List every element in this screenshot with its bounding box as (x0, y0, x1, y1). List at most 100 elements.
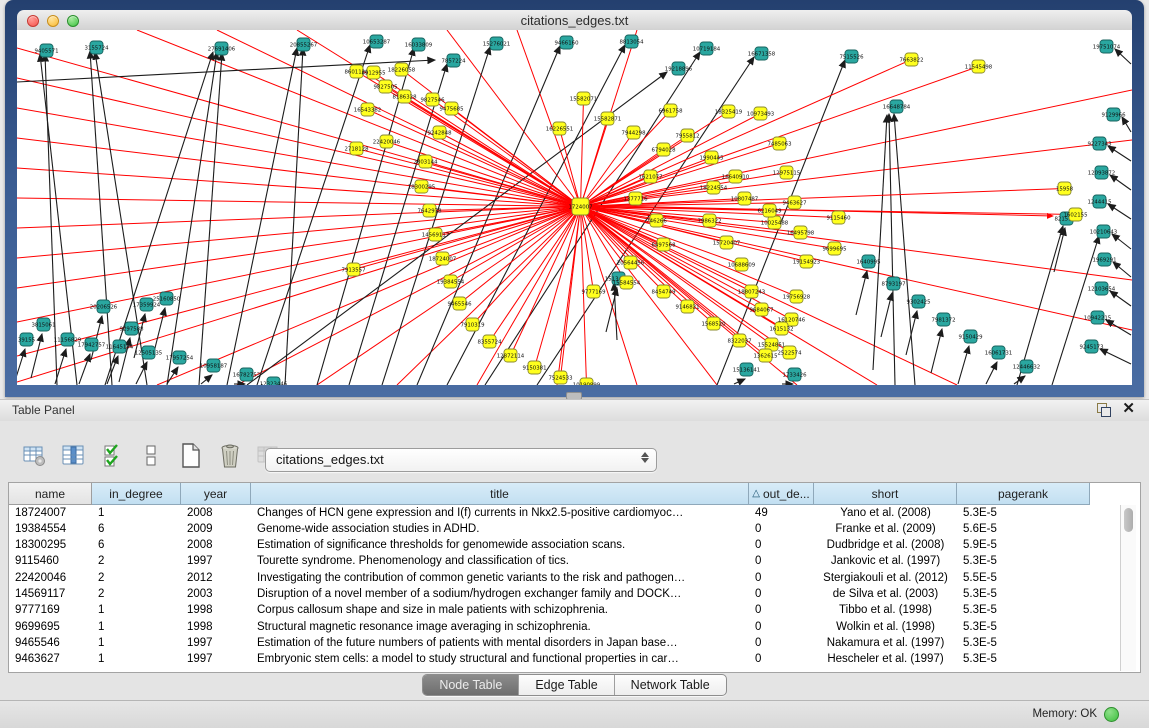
cell-pagerank: 5.3E-5 (957, 554, 1090, 570)
cell-pagerank: 5.6E-5 (957, 521, 1090, 537)
cell-out_de: 0 (749, 538, 814, 554)
table-row[interactable]: 1830029562008Estimation of significance … (9, 538, 1140, 554)
delete-icon[interactable] (217, 443, 243, 469)
cell-short: de Silva et al. (2003) (814, 586, 957, 602)
cell-name: 9777169 (9, 603, 92, 619)
graph-node-label: 1990445 (699, 155, 723, 161)
graph-node-label: 10210643 (1090, 229, 1117, 235)
cell-in_degree: 1 (92, 505, 181, 521)
float-panel-icon[interactable] (1096, 402, 1110, 416)
table-row[interactable]: 911546021997Tourette syndrome. Phenomeno… (9, 554, 1140, 570)
graph-node-label: 8793197 (881, 281, 905, 287)
graph-node-label: 1244415 (1087, 199, 1111, 205)
table-row[interactable]: 977716911998Corpus callosum shape and si… (9, 603, 1140, 619)
graph-node-label: 8355724 (477, 339, 502, 345)
graph-node-label: 19756928 (783, 294, 811, 300)
column-header-out_de[interactable]: △out_de... (749, 483, 814, 505)
cell-pagerank: 5.3E-5 (957, 652, 1090, 668)
graph-node-label: 2718128 (344, 146, 369, 152)
cell-short: Stergiakouli et al. (2012) (814, 570, 957, 586)
graph-node-label: 1602155 (1063, 212, 1087, 218)
cell-name: 14569117 (9, 586, 92, 602)
table-options-icon[interactable] (22, 443, 48, 469)
scrollbar-thumb[interactable] (1124, 508, 1133, 532)
cell-out_de: 0 (749, 603, 814, 619)
network-canvas[interactable]: 9405571315572427691406208552671065328716… (17, 30, 1132, 385)
cell-in_degree: 2 (92, 586, 181, 602)
graph-node-label: 6961758 (658, 108, 683, 114)
graph-node-label: 7515526 (839, 54, 864, 60)
graph-node-label: 1724007 (568, 204, 592, 210)
graph-node-label: 9463627 (782, 200, 806, 206)
graph-node-label: 9405571 (34, 48, 58, 54)
tab-edge-table[interactable]: Edge Table (519, 675, 614, 695)
table-panel-title: Table Panel (12, 403, 75, 417)
network-window-titlebar[interactable]: citations_edges.txt (17, 10, 1132, 31)
cell-pagerank: 5.5E-5 (957, 570, 1090, 586)
graph-node-label: 7524533 (548, 375, 572, 381)
cell-short: Yano et al. (2008) (814, 505, 957, 521)
cell-year: 2009 (181, 521, 251, 537)
table-scrollbar[interactable] (1120, 505, 1136, 671)
graph-node-label: 20564456 (617, 260, 645, 266)
column-header-name[interactable]: name (9, 483, 92, 505)
table-row[interactable]: 946362711997Embryonic stem cells: a mode… (9, 652, 1140, 668)
graph-node-label: 7913557 (341, 267, 365, 273)
cell-in_degree: 1 (92, 635, 181, 651)
application-window: citations_edges.txt 94055713155724276914… (0, 0, 1149, 727)
tab-node-table[interactable]: Node Table (423, 675, 519, 695)
table-panel-header: Table Panel ✕ (0, 399, 1149, 422)
graph-node-label: 7986322 (697, 218, 721, 224)
graph-node-label: 9146821 (675, 304, 699, 310)
citation-network-graph[interactable]: 9405571315572427691406208552671065328716… (17, 30, 1132, 385)
column-header-in_degree[interactable]: in_degree (92, 483, 181, 505)
graph-node-label: 9302425 (906, 299, 930, 305)
show-columns-icon[interactable] (61, 443, 87, 469)
cell-name: 18300295 (9, 538, 92, 554)
cell-in_degree: 1 (92, 603, 181, 619)
new-file-icon[interactable] (178, 443, 204, 469)
column-header-pagerank[interactable]: pagerank (957, 483, 1090, 505)
cell-year: 2003 (181, 586, 251, 602)
table-row[interactable]: 2242004622012Investigating the contribut… (9, 570, 1140, 586)
graph-node-label: 7955812 (675, 133, 699, 139)
graph-node-label: 6216049 (757, 208, 782, 214)
table-selector-dropdown[interactable]: citations_edges.txt (265, 448, 657, 472)
column-header-short[interactable]: short (814, 483, 957, 505)
cell-year: 1997 (181, 652, 251, 668)
graph-node-label: 10973493 (747, 111, 774, 117)
tab-network-table[interactable]: Network Table (615, 675, 726, 695)
cell-out_de: 0 (749, 570, 814, 586)
column-header-year[interactable]: year (181, 483, 251, 505)
graph-node-label: 16648784 (883, 104, 911, 110)
graph-node-label: 15584554 (613, 280, 641, 286)
table-row[interactable]: 1872400712008Changes of HCN gene express… (9, 505, 1140, 521)
select-rows-icon[interactable] (100, 443, 126, 469)
table-row[interactable]: 1456911722003Disruption of a novel membe… (9, 586, 1140, 602)
cell-year: 2008 (181, 505, 251, 521)
cell-title: Structural magnetic resonance image aver… (251, 619, 749, 635)
table-type-tabs: Node TableEdge TableNetwork Table (0, 674, 1149, 696)
table-row[interactable]: 946554611997Estimation of the future num… (9, 635, 1140, 651)
table-selector-value: citations_edges.txt (276, 452, 384, 467)
graph-node-label: 7857224 (441, 58, 466, 64)
column-header-title[interactable]: title (251, 483, 749, 505)
graph-node-label: 19384554 (437, 279, 465, 285)
table-row[interactable]: 969969511998Structural magnetic resonanc… (9, 619, 1140, 635)
graph-node-label: 15276021 (483, 41, 510, 47)
memory-ok-indicator-icon (1104, 707, 1119, 722)
cell-year: 2008 (181, 538, 251, 554)
cell-name: 9115460 (9, 554, 92, 570)
graph-node-label: 9684067 (749, 307, 773, 313)
graph-node-label: 11545498 (965, 64, 993, 70)
dropdown-arrows-icon (641, 452, 649, 463)
cell-name: 22420046 (9, 570, 92, 586)
cell-title: Genome-wide association studies in ADHD. (251, 521, 749, 537)
graph-node-label: 15958 (1056, 186, 1074, 192)
clear-selection-icon[interactable] (139, 443, 165, 469)
close-panel-icon[interactable]: ✕ (1122, 402, 1135, 416)
cell-year: 1997 (181, 635, 251, 651)
graph-node-label: 7485063 (767, 141, 791, 147)
table-row[interactable]: 1938455462009Genome-wide association stu… (9, 521, 1140, 537)
graph-node-label: 6794028 (651, 147, 676, 153)
